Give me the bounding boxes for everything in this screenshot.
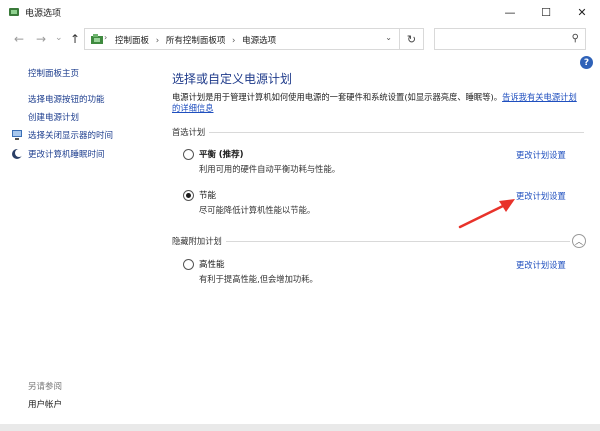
description-text: 电源计划是用于管理计算机如何使用电源的一套硬件和系统设置(如显示器亮度、睡眠等)… [172, 92, 502, 102]
back-button[interactable]: ← [14, 32, 24, 46]
up-button[interactable]: ↑ [70, 32, 80, 46]
monitor-icon [11, 129, 23, 141]
control-panel-home-link[interactable]: 控制面板主页 [28, 67, 79, 79]
divider [172, 132, 584, 133]
main-content: 选择或自定义电源计划 电源计划是用于管理计算机如何使用电源的一套硬件和系统设置(… [172, 54, 592, 431]
maximize-button[interactable]: ☐ [528, 0, 564, 24]
page-title: 选择或自定义电源计划 [172, 70, 292, 87]
forward-button[interactable]: → [36, 32, 46, 46]
page-description: 电源计划是用于管理计算机如何使用电源的一套硬件和系统设置(如显示器亮度、睡眠等)… [172, 92, 584, 114]
control-panel-icon [90, 33, 104, 45]
refresh-button[interactable]: ↻ [400, 28, 424, 50]
change-plan-settings-link[interactable]: 更改计划设置 [516, 190, 566, 202]
moon-icon [11, 148, 23, 160]
sidebar-item-power-button[interactable]: 选择电源按钮的功能 [28, 93, 105, 105]
close-button[interactable]: ✕ [564, 0, 600, 24]
address-field[interactable]: › 控制面板 › 所有控制面板项 › 电源选项 ⌄ [84, 28, 400, 50]
hidden-plans-label: 隐藏附加计划 [172, 235, 226, 247]
divider [172, 241, 570, 242]
user-accounts-link[interactable]: 用户帐户 [28, 398, 62, 410]
power-options-icon [8, 6, 20, 18]
sidebar-item-sleep-time[interactable]: 更改计算机睡眠时间 [28, 148, 105, 160]
search-input[interactable]: ⚲ [434, 28, 586, 50]
preferred-plans-label: 首选计划 [172, 126, 209, 138]
sidebar-item-create-plan[interactable]: 创建电源计划 [28, 111, 79, 123]
recent-locations-button[interactable]: ⌄ [55, 33, 63, 43]
breadcrumb-all-items[interactable]: 所有控制面板项 [166, 36, 226, 46]
sidebar-item-display-off[interactable]: 选择关闭显示器的时间 [28, 129, 113, 141]
plan-balanced-radio[interactable] [183, 149, 194, 160]
address-bar-row: ← → ⌄ ↑ › 控制面板 › 所有控制面板项 › 电源选项 ⌄ ↻ ⚲ [0, 24, 600, 54]
title-bar: 电源选项 — ☐ ✕ [0, 0, 600, 24]
plan-high-performance-radio[interactable] [183, 259, 194, 270]
chevron-right-icon: › [156, 36, 159, 46]
plan-name: 高性能 [199, 258, 225, 270]
taskbar-edge [0, 424, 600, 431]
chevron-down-icon[interactable]: ⌄ [385, 33, 392, 42]
chevron-right-icon: › [104, 33, 107, 42]
breadcrumb-power-options[interactable]: 电源选项 [242, 36, 276, 46]
plan-name: 节能 [199, 189, 216, 201]
change-plan-settings-link[interactable]: 更改计划设置 [516, 149, 566, 161]
plan-description: 有利于提高性能,但会增加功耗。 [199, 273, 318, 285]
breadcrumb-control-panel[interactable]: 控制面板 [115, 36, 149, 46]
plan-power-saver-radio[interactable] [183, 190, 194, 201]
plan-description: 尽可能降低计算机性能以节能。 [199, 204, 315, 216]
annotation-arrow [455, 195, 517, 231]
window-title: 电源选项 [25, 6, 61, 19]
chevron-up-icon[interactable]: ︿ [572, 234, 586, 248]
minimize-button[interactable]: — [492, 0, 528, 24]
search-icon[interactable]: ⚲ [572, 33, 579, 44]
chevron-right-icon: › [232, 36, 235, 46]
see-also-heading: 另请参阅 [28, 380, 62, 392]
change-plan-settings-link[interactable]: 更改计划设置 [516, 259, 566, 271]
breadcrumb: 控制面板 › 所有控制面板项 › 电源选项 [115, 34, 276, 46]
plan-name: 平衡 (推荐) [199, 148, 244, 160]
left-nav-pane: 控制面板主页 选择电源按钮的功能 创建电源计划 选择关闭显示器的时间 更改计算机… [0, 54, 150, 431]
plan-description: 利用可用的硬件自动平衡功耗与性能。 [199, 163, 340, 175]
